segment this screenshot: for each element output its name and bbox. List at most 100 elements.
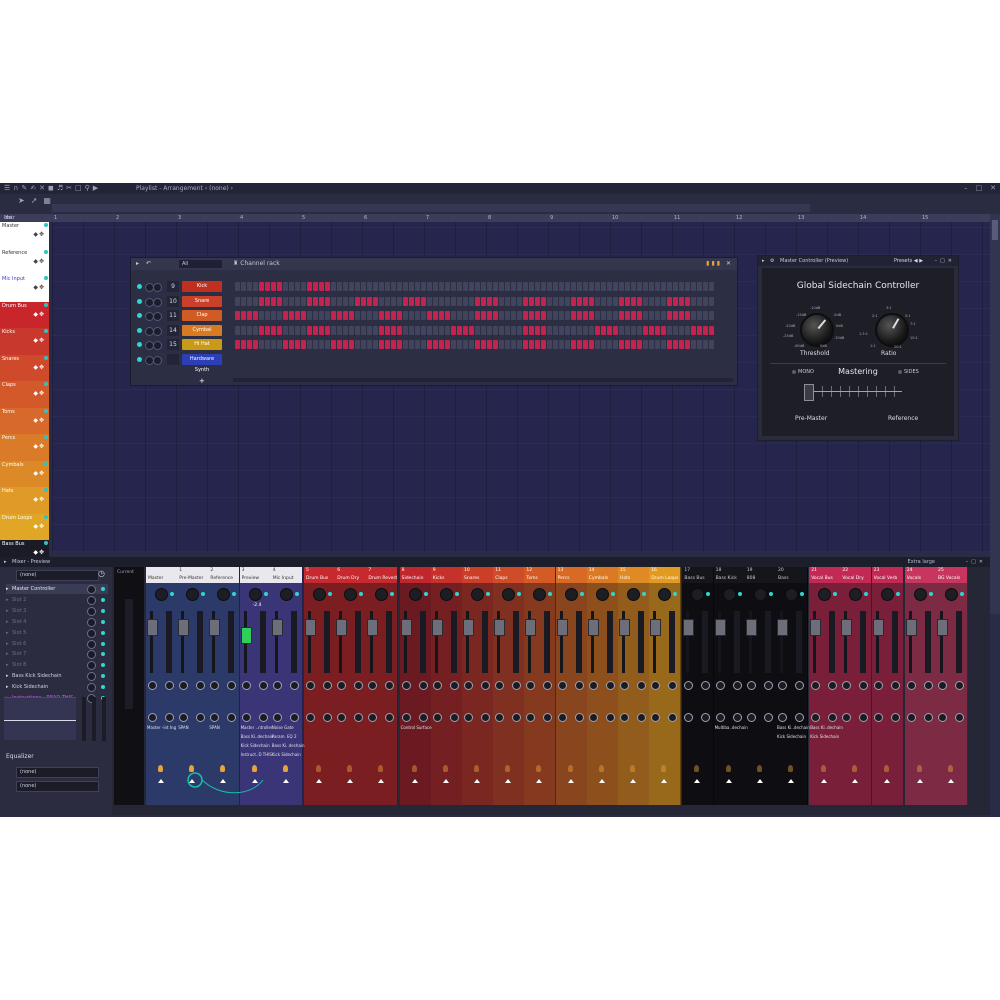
- step-button[interactable]: [559, 282, 564, 291]
- step-button[interactable]: [379, 325, 384, 335]
- step-button[interactable]: [397, 325, 402, 335]
- strip-small-knob[interactable]: [763, 713, 773, 722]
- strip-small-knob[interactable]: [811, 713, 821, 722]
- step-button[interactable]: [541, 296, 546, 306]
- step-button[interactable]: [571, 282, 576, 291]
- volume-fader-handle[interactable]: [305, 619, 316, 636]
- step-button[interactable]: [343, 311, 348, 320]
- step-button[interactable]: [625, 282, 630, 291]
- route-arrow-icon[interactable]: [725, 765, 731, 772]
- step-button[interactable]: [295, 311, 300, 320]
- send-arrow-icon[interactable]: [158, 779, 164, 783]
- step-button[interactable]: [589, 296, 594, 306]
- route-arrow-icon[interactable]: [316, 765, 321, 772]
- step-button[interactable]: [349, 296, 354, 306]
- step-button[interactable]: [427, 325, 432, 335]
- slot-enable-led[interactable]: [101, 630, 105, 635]
- volume-fader-handle[interactable]: [209, 619, 221, 636]
- strip-small-knob[interactable]: [746, 681, 756, 690]
- step-button[interactable]: [511, 296, 516, 306]
- channel-rack-window-buttons[interactable]: ▮▮▮ ✕: [706, 258, 733, 270]
- effect-slot[interactable]: ▸ Bass Kick Sidechain: [6, 671, 108, 682]
- mixer-strip-header[interactable]: 2 Reference: [208, 567, 240, 583]
- step-button[interactable]: [307, 325, 312, 335]
- route-arrow-icon[interactable]: [883, 765, 889, 772]
- step-button[interactable]: [325, 325, 330, 335]
- step-button[interactable]: [673, 311, 678, 320]
- step-button[interactable]: [325, 282, 330, 291]
- step-button[interactable]: [577, 296, 582, 306]
- route-arrow-icon[interactable]: [630, 765, 635, 772]
- step-button[interactable]: [241, 282, 246, 291]
- strip-mute-led[interactable]: [928, 592, 933, 596]
- step-button[interactable]: [433, 340, 438, 349]
- strip-mute-led[interactable]: [864, 592, 869, 596]
- step-button[interactable]: [631, 311, 636, 320]
- strip-small-knob[interactable]: [401, 681, 411, 690]
- step-button[interactable]: [601, 325, 606, 335]
- track-mute-led[interactable]: [44, 276, 48, 280]
- playlist-tab[interactable]: Ins: [4, 214, 11, 222]
- playlist-track[interactable]: Reference ◆✥: [0, 248, 49, 277]
- step-button[interactable]: [709, 296, 714, 306]
- step-button[interactable]: [601, 296, 606, 306]
- pan-knob[interactable]: [945, 588, 958, 601]
- step-button[interactable]: [529, 325, 534, 335]
- mixer-strip[interactable]: 15 Hats: [618, 567, 650, 805]
- step-button[interactable]: [445, 325, 450, 335]
- step-button[interactable]: [277, 282, 282, 291]
- step-button[interactable]: [439, 325, 444, 335]
- mixer-strip-header[interactable]: 23 Vocal Verb: [871, 567, 903, 583]
- strip-small-knob[interactable]: [574, 681, 584, 690]
- step-button[interactable]: [481, 325, 486, 335]
- track-mute-led[interactable]: [44, 382, 48, 386]
- step-button[interactable]: [463, 296, 468, 306]
- strip-small-knob[interactable]: [668, 681, 678, 690]
- step-button[interactable]: [679, 311, 684, 320]
- step-button[interactable]: [349, 311, 354, 320]
- volume-fader-handle[interactable]: [178, 619, 190, 636]
- step-button[interactable]: [499, 311, 504, 320]
- track-mute-led[interactable]: [44, 435, 48, 439]
- step-button[interactable]: [457, 325, 462, 335]
- step-button[interactable]: [691, 325, 696, 335]
- step-button[interactable]: [589, 311, 594, 320]
- step-button[interactable]: [583, 311, 588, 320]
- route-arrow-icon[interactable]: [788, 765, 793, 772]
- maximize-icon[interactable]: □: [976, 183, 983, 194]
- arrow-icon[interactable]: ➤: [18, 196, 25, 205]
- minimize-icon[interactable]: –: [964, 183, 968, 194]
- step-button[interactable]: [631, 282, 636, 291]
- mixer-strip[interactable]: 10 Snares: [462, 567, 494, 805]
- route-arrow-icon[interactable]: [411, 765, 417, 772]
- step-button[interactable]: [325, 296, 330, 306]
- mixer-strip-header[interactable]: 1 Pre-Master: [177, 567, 209, 583]
- step-button[interactable]: [649, 311, 654, 320]
- strip-small-knob[interactable]: [778, 713, 787, 722]
- step-button[interactable]: [385, 325, 390, 335]
- strip-small-knob[interactable]: [165, 713, 174, 722]
- step-button[interactable]: [547, 340, 552, 349]
- step-button[interactable]: [337, 340, 342, 349]
- pan-knob[interactable]: [217, 588, 231, 601]
- mixer-strip-header[interactable]: 11 Claps: [493, 567, 525, 583]
- step-button[interactable]: [643, 296, 648, 306]
- step-button[interactable]: [457, 311, 462, 320]
- pan-knob[interactable]: [375, 588, 389, 601]
- step-button[interactable]: [403, 296, 408, 306]
- step-button[interactable]: [703, 296, 708, 306]
- slot-arrow-icon[interactable]: ▸: [6, 617, 9, 627]
- mixer-strip-header[interactable]: 12 Toms: [524, 567, 556, 583]
- step-button[interactable]: [583, 340, 588, 349]
- track-mute-led[interactable]: [44, 249, 48, 254]
- channel-knob[interactable]: [153, 341, 162, 350]
- pan-knob[interactable]: [564, 588, 578, 601]
- strip-mute-led[interactable]: [517, 592, 522, 596]
- strip-small-knob[interactable]: [955, 681, 964, 690]
- step-button[interactable]: [487, 296, 492, 306]
- strip-small-knob[interactable]: [337, 681, 347, 690]
- step-button[interactable]: [469, 340, 474, 349]
- step-button[interactable]: [241, 340, 246, 349]
- track-controls-icon[interactable]: ◆✥: [33, 364, 45, 371]
- playlist-track[interactable]: Toms ◆✥: [0, 407, 49, 436]
